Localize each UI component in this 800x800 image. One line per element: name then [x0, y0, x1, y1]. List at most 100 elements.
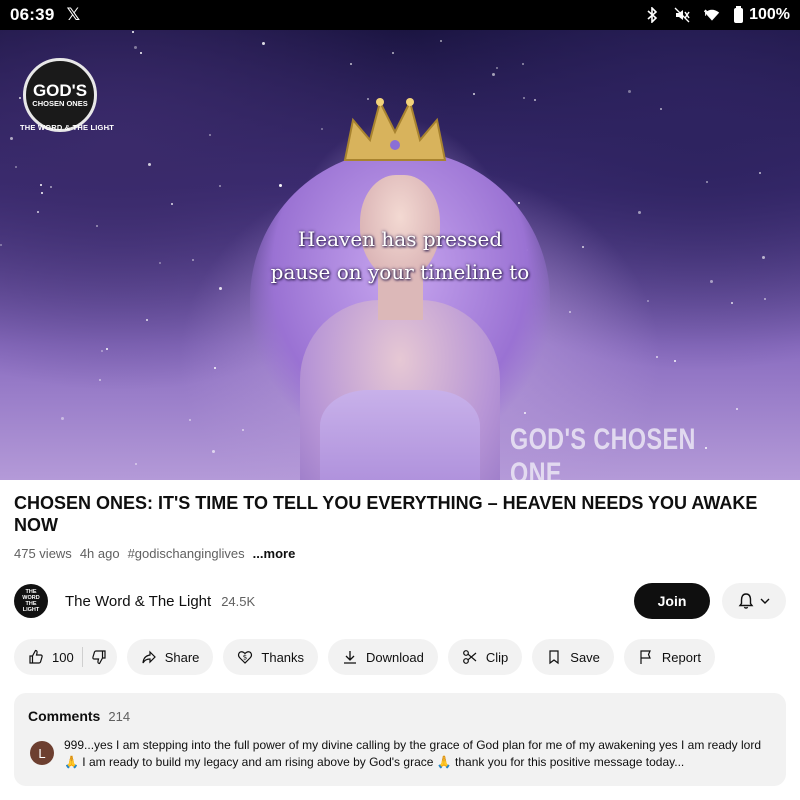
view-count: 475 views — [14, 546, 72, 561]
star — [706, 181, 708, 183]
channel-row: THE WORD THE LIGHT The Word & The Light … — [14, 582, 786, 620]
thanks-heart-dollar-icon: $ — [238, 651, 253, 664]
star — [660, 108, 662, 110]
battery-indicator: 100% — [734, 5, 790, 24]
report-button[interactable]: Report — [623, 639, 715, 675]
star — [212, 450, 215, 453]
share-label: Share — [164, 649, 200, 665]
subscriber-count: 24.5K — [221, 593, 256, 609]
svg-text:$: $ — [243, 654, 247, 662]
video-overlay-line-2: pause on your timeline to — [270, 260, 530, 284]
star — [140, 52, 142, 54]
star — [37, 211, 39, 213]
star — [279, 184, 282, 187]
status-time: 06:39 — [10, 5, 55, 24]
channel-avatar-text: THE WORD THE LIGHT — [22, 589, 40, 613]
star — [569, 311, 571, 313]
video-meta[interactable]: 475 views 4h ago #godischanginglives ...… — [14, 546, 295, 561]
star — [492, 73, 495, 76]
top-comment-text: 999...yes I am stepping into the full po… — [64, 738, 762, 769]
star — [40, 184, 42, 186]
like-button[interactable]: 100 — [28, 649, 74, 665]
channel-avatar[interactable]: THE WORD THE LIGHT — [14, 584, 48, 618]
star — [10, 137, 13, 140]
share-icon — [142, 650, 156, 664]
crown-icon — [343, 98, 447, 161]
star — [135, 463, 137, 465]
thumbs-up-icon — [29, 649, 43, 664]
subscription-bell-button[interactable] — [722, 583, 786, 619]
star — [134, 46, 137, 49]
star — [321, 128, 323, 130]
star — [214, 367, 216, 369]
download-button[interactable]: Download — [328, 639, 438, 675]
star — [524, 412, 526, 414]
bell-icon — [738, 593, 754, 609]
star — [19, 97, 21, 99]
star — [148, 163, 151, 166]
video-title[interactable]: CHOSEN ONES: IT'S TIME TO TELL YOU EVERY… — [14, 492, 786, 536]
star — [638, 211, 641, 214]
clip-label: Clip — [485, 649, 509, 665]
star — [731, 302, 733, 304]
app-root: 06:39 𝕏 100% GOD'S CHOSEN ONES THE WORD … — [0, 0, 800, 800]
mute-icon — [674, 7, 690, 23]
comments-section[interactable]: Comments 214 L 999...yes I am stepping i… — [14, 693, 786, 786]
video-watermark: GOD'S CHOSEN ONE — [510, 423, 696, 480]
scissors-icon — [462, 650, 477, 664]
action-bar: 100 Share $ Thanks Download Clip Save Re… — [14, 639, 715, 675]
thanks-button[interactable]: $ Thanks — [223, 639, 319, 675]
wifi-icon — [704, 7, 720, 23]
star — [132, 31, 134, 33]
star — [209, 134, 211, 136]
thumbs-down-icon[interactable] — [91, 649, 107, 665]
x-app-icon: 𝕏 — [66, 5, 81, 24]
logo-caption: THE WORD & THE LIGHT — [20, 123, 114, 132]
thanks-label: Thanks — [261, 649, 305, 665]
save-button[interactable]: Save — [532, 639, 614, 675]
star — [262, 42, 265, 45]
comments-title: Comments — [28, 708, 101, 724]
commenter-avatar[interactable]: L — [30, 741, 54, 765]
star — [759, 172, 761, 174]
star — [171, 203, 173, 205]
channel-name[interactable]: The Word & The Light — [65, 593, 211, 610]
star — [518, 202, 520, 204]
star — [99, 379, 101, 381]
video-overlay-line-1: Heaven has pressed — [297, 227, 503, 251]
like-divider — [81, 647, 83, 667]
chevron-down-icon — [760, 598, 770, 604]
star — [440, 40, 442, 42]
share-button[interactable]: Share — [126, 639, 214, 675]
status-icons: 100% — [644, 5, 790, 24]
star — [473, 93, 475, 95]
join-button[interactable]: Join — [634, 583, 710, 619]
upload-time: 4h ago — [79, 546, 120, 561]
star — [146, 319, 148, 321]
star — [647, 300, 649, 302]
star — [15, 166, 17, 168]
status-bar: 06:39 𝕏 100% — [0, 0, 800, 30]
hashtag-link[interactable]: #godischanginglives — [128, 546, 245, 561]
video-player[interactable]: GOD'S CHOSEN ONES THE WORD & THE LIGHT H… — [0, 30, 800, 480]
download-label: Download — [366, 649, 424, 665]
star — [656, 356, 658, 358]
more-link[interactable]: ...more — [253, 546, 296, 561]
battery-icon — [734, 5, 744, 23]
star — [628, 90, 631, 93]
like-count: 100 — [52, 649, 74, 665]
star — [392, 52, 394, 54]
flag-icon — [640, 650, 651, 664]
star — [50, 186, 52, 188]
save-label: Save — [570, 649, 600, 665]
star — [762, 256, 765, 259]
star — [41, 192, 43, 194]
download-icon — [344, 651, 357, 664]
comments-header: Comments 214 — [28, 708, 130, 724]
star — [523, 97, 525, 99]
like-dislike-group: 100 — [14, 639, 117, 675]
clip-button[interactable]: Clip — [447, 639, 523, 675]
star — [61, 417, 64, 420]
star — [242, 429, 244, 431]
bookmark-icon — [549, 650, 559, 665]
